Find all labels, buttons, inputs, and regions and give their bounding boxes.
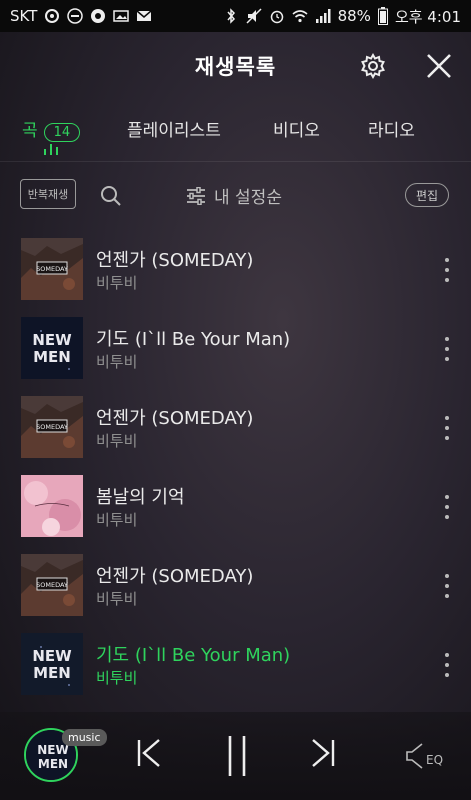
- pause-icon: [228, 736, 246, 776]
- album-art: [21, 475, 83, 537]
- svg-text:NEW: NEW: [32, 647, 72, 665]
- song-title: 언젠가 (SOMEDAY): [96, 250, 254, 271]
- ok-cashbag-icon: [91, 9, 106, 23]
- pause-button[interactable]: [224, 734, 250, 782]
- tab-songs-label: 곡: [22, 121, 38, 141]
- tab-radio-label: 라디오: [368, 121, 415, 141]
- previous-button[interactable]: [134, 736, 164, 774]
- svg-text:NEW: NEW: [37, 743, 68, 757]
- search-button[interactable]: [100, 185, 122, 211]
- edit-button[interactable]: 편집: [405, 183, 449, 207]
- sliders-icon: [187, 186, 205, 205]
- svg-text:MEN: MEN: [33, 664, 71, 682]
- list-item[interactable]: 봄날의 기억 비투비: [0, 467, 471, 546]
- more-options-button[interactable]: [440, 416, 454, 440]
- tab-playlists-label: 플레이리스트: [127, 121, 221, 141]
- repeat-label: 반복재생: [27, 188, 69, 201]
- close-button[interactable]: [423, 50, 455, 82]
- search-icon: [101, 186, 121, 206]
- song-title: 기도 (I`ll Be Your Man): [96, 329, 291, 350]
- song-count-badge: 14: [43, 123, 81, 142]
- next-button[interactable]: [308, 736, 338, 774]
- album-art: SOMEDAY: [21, 396, 83, 458]
- close-icon: [427, 54, 451, 78]
- song-list: SOMEDAY 언젠가 (SOMEDAY) 비투비 NEW MEN 기도 (I`l…: [0, 230, 471, 704]
- tab-radio[interactable]: 라디오: [368, 116, 415, 141]
- album-art: NEW MEN: [21, 317, 83, 379]
- alarm-icon: [270, 10, 283, 24]
- eq-label: EQ: [426, 753, 444, 767]
- artist-name: 비투비: [96, 669, 138, 687]
- battery-percent: 88%: [337, 7, 371, 25]
- artist-name: 비투비: [96, 274, 138, 292]
- tab-videos-label: 비디오: [273, 121, 320, 141]
- more-options-button[interactable]: [440, 337, 454, 361]
- artist-name: 비투비: [96, 432, 138, 450]
- song-title: 언젠가 (SOMEDAY): [96, 566, 254, 587]
- edit-label: 편집: [415, 188, 439, 203]
- tab-bar: 곡 14 플레이리스트 비디오 라디오: [0, 100, 471, 162]
- tab-songs[interactable]: 곡 14: [22, 116, 81, 142]
- gallery-icon: [113, 10, 130, 22]
- svg-text:SOMEDAY: SOMEDAY: [36, 423, 68, 431]
- list-toolbar: 반복재생 내 설정순 편집: [0, 163, 471, 225]
- sort-button[interactable]: 내 설정순: [186, 183, 282, 208]
- battery-icon: [377, 7, 388, 25]
- signal-icon: [315, 9, 331, 23]
- list-item[interactable]: SOMEDAY 언젠가 (SOMEDAY) 비투비: [0, 388, 471, 467]
- mini-player: NEW MEN music EQ: [0, 712, 471, 800]
- artist-name: 비투비: [96, 511, 138, 529]
- artist-name: 비투비: [96, 590, 138, 608]
- list-item[interactable]: SOMEDAY 언젠가 (SOMEDAY) 비투비: [0, 546, 471, 625]
- album-art: NEW MEN: [21, 633, 83, 695]
- carrier-label: SKT: [10, 7, 38, 25]
- list-item[interactable]: NEW MEN 기도 (I`ll Be Your Man) 비투비: [0, 309, 471, 388]
- clock: 오후 4:01: [394, 7, 461, 26]
- skip-previous-icon: [137, 739, 160, 767]
- svg-text:MEN: MEN: [33, 348, 71, 366]
- page-title: 재생목록: [194, 55, 277, 79]
- list-item[interactable]: SOMEDAY 언젠가 (SOMEDAY) 비투비: [0, 230, 471, 309]
- music-note-icon: [45, 9, 60, 23]
- album-art: SOMEDAY: [21, 238, 83, 300]
- more-options-button[interactable]: [440, 495, 454, 519]
- song-title: 언젠가 (SOMEDAY): [96, 408, 254, 429]
- album-art: SOMEDAY: [21, 554, 83, 616]
- sort-label: 내 설정순: [214, 188, 282, 208]
- header: 재생목록: [0, 32, 471, 100]
- song-title: 기도 (I`ll Be Your Man): [96, 645, 291, 666]
- tab-videos[interactable]: 비디오: [273, 116, 320, 141]
- now-playing-indicator-icon: [44, 144, 58, 155]
- speaker-icon: [406, 743, 423, 769]
- list-item-now-playing[interactable]: NEW MEN 기도 (I`ll Be Your Man) 비투비: [0, 625, 471, 704]
- svg-text:MEN: MEN: [38, 757, 68, 771]
- bluetooth-icon: [227, 8, 235, 24]
- more-options-button[interactable]: [440, 574, 454, 598]
- vibrate-off-icon: [246, 8, 262, 24]
- equalizer-button[interactable]: EQ: [406, 742, 443, 770]
- song-title: 봄날의 기억: [96, 487, 185, 508]
- settings-button[interactable]: [357, 50, 389, 82]
- gear-icon: [361, 52, 385, 80]
- music-tag: music: [62, 729, 107, 746]
- wifi-icon: [292, 10, 308, 23]
- more-options-button[interactable]: [440, 653, 454, 677]
- svg-text:SOMEDAY: SOMEDAY: [36, 265, 68, 273]
- artist-name: 비투비: [96, 353, 138, 371]
- tab-playlists[interactable]: 플레이리스트: [127, 116, 221, 141]
- dnd-icon: [67, 8, 84, 24]
- svg-text:NEW: NEW: [32, 331, 72, 349]
- more-options-button[interactable]: [440, 258, 454, 282]
- svg-text:SOMEDAY: SOMEDAY: [36, 581, 68, 589]
- message-icon: [136, 10, 152, 21]
- status-bar: SKT 88% 오후 4:01: [0, 0, 471, 32]
- skip-next-icon: [312, 739, 335, 767]
- repeat-button[interactable]: 반복재생: [20, 179, 76, 209]
